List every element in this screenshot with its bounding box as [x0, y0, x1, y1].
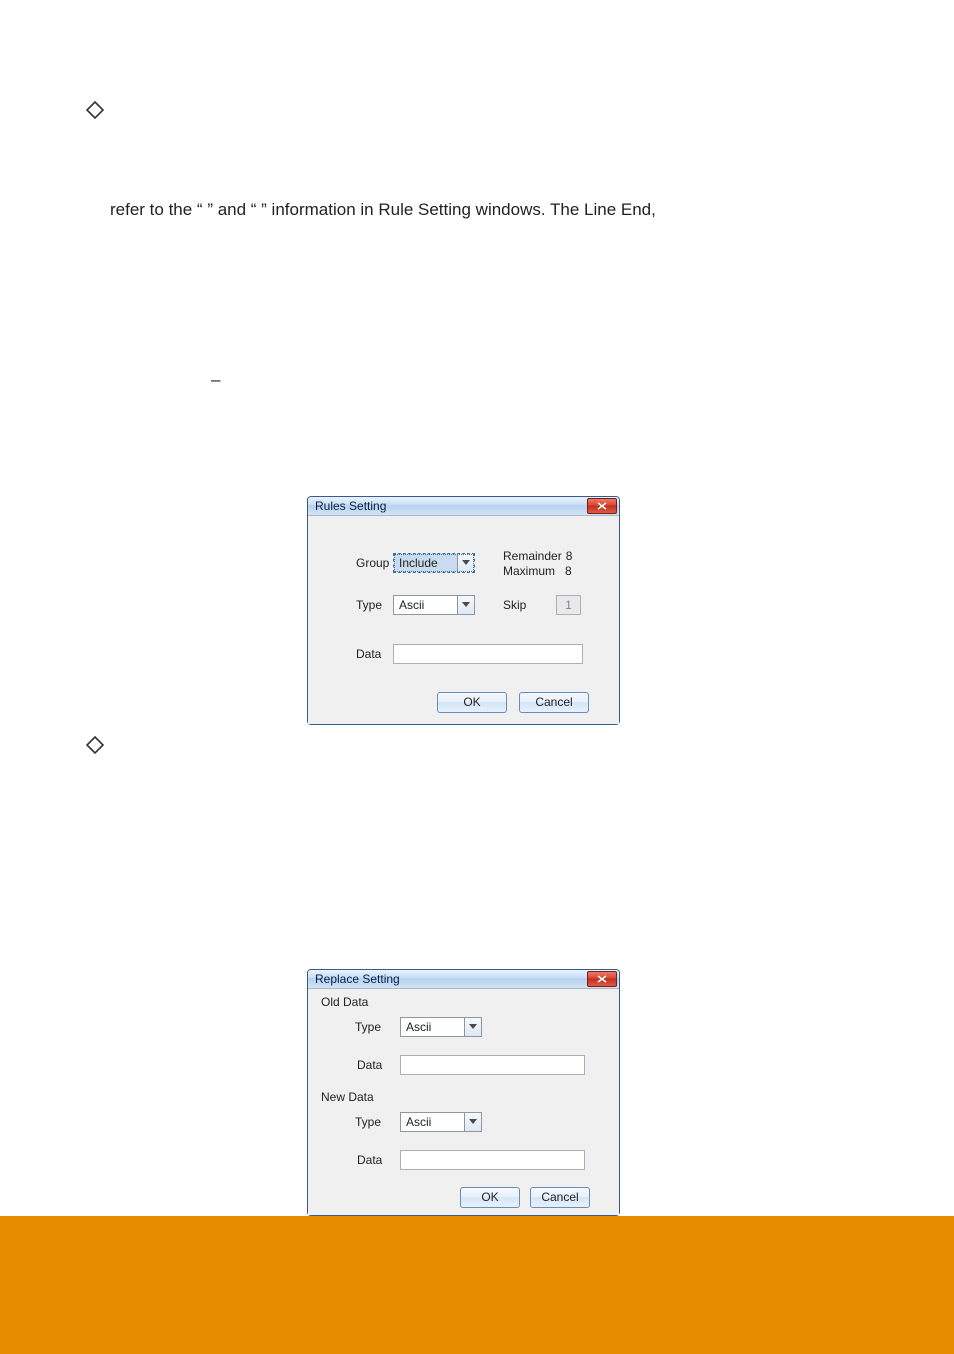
remainder-value: 8: [566, 549, 573, 563]
close-icon: [597, 502, 607, 510]
ok-button[interactable]: OK: [437, 692, 507, 713]
group-select[interactable]: Include: [393, 553, 475, 573]
new-data-input[interactable]: [400, 1150, 585, 1170]
chevron-down-icon: [464, 1018, 481, 1036]
type-select[interactable]: Ascii: [393, 595, 475, 615]
cancel-button[interactable]: Cancel: [530, 1187, 590, 1208]
body-text: refer to the “ ” and “ ” information in …: [110, 200, 870, 220]
cancel-button[interactable]: Cancel: [519, 692, 589, 713]
old-type-label: Type: [355, 1020, 381, 1034]
chevron-down-icon: [457, 554, 474, 572]
new-data-label: Data: [357, 1153, 382, 1167]
old-data-input[interactable]: [400, 1055, 585, 1075]
footer-band: [0, 1216, 954, 1354]
data-input[interactable]: [393, 644, 583, 664]
remainder-label: Remainder: [503, 549, 562, 563]
replace-setting-dialog: Replace Setting Old Data Type Ascii Data: [307, 969, 620, 1216]
chevron-down-icon: [457, 596, 474, 614]
rules-setting-dialog: Rules Setting Group Include Remainder 8: [307, 496, 620, 725]
close-icon: [597, 975, 607, 983]
replace-setting-titlebar: Replace Setting: [308, 970, 619, 989]
close-button[interactable]: [587, 498, 617, 514]
old-data-label: Data: [357, 1058, 382, 1072]
close-button[interactable]: [587, 971, 617, 987]
type-select-value: Ascii: [394, 596, 457, 614]
new-type-select-value: Ascii: [401, 1113, 464, 1131]
diamond-icon: [86, 101, 104, 119]
maximum-value: 8: [565, 564, 572, 578]
skip-label: Skip: [503, 598, 526, 612]
new-data-section: New Data: [311, 1090, 374, 1104]
chevron-down-icon: [464, 1113, 481, 1131]
rules-setting-titlebar: Rules Setting: [308, 497, 619, 516]
replace-setting-title: Replace Setting: [315, 970, 400, 989]
skip-input[interactable]: 1: [556, 595, 581, 615]
rules-setting-title: Rules Setting: [315, 497, 386, 516]
new-type-select[interactable]: Ascii: [400, 1112, 482, 1132]
ok-button[interactable]: OK: [460, 1187, 520, 1208]
body-text-dash: –: [211, 370, 220, 390]
body-text-line: refer to the “ ” and “ ” information in …: [110, 200, 656, 219]
diamond-icon: [86, 736, 104, 754]
group-select-value: Include: [394, 554, 457, 572]
old-data-section: Old Data: [311, 995, 368, 1009]
old-type-select[interactable]: Ascii: [400, 1017, 482, 1037]
maximum-label: Maximum: [503, 564, 555, 578]
new-type-label: Type: [355, 1115, 381, 1129]
old-type-select-value: Ascii: [401, 1018, 464, 1036]
